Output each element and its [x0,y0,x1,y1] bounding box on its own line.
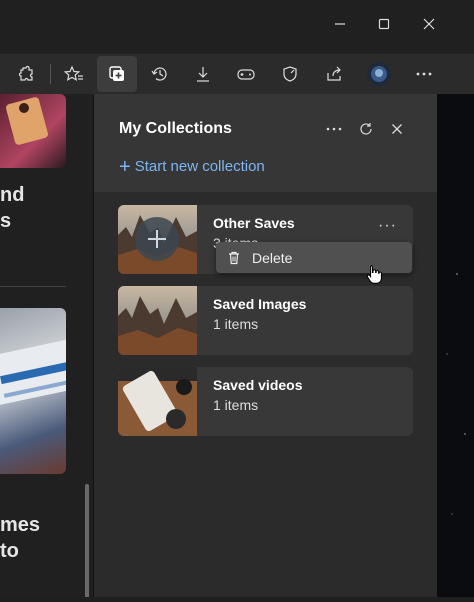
collections-panel: My Collections + Start new collection Ot… [93,94,437,597]
divider [0,286,66,287]
games-icon[interactable] [232,60,260,88]
article-image-2[interactable] [0,308,66,474]
browser-toolbar [0,54,474,95]
collections-icon[interactable] [97,56,137,92]
collection-card-saved-videos[interactable]: Saved videos 1 items [118,367,413,436]
page-title: My Collections [119,120,232,137]
maximize-icon[interactable] [374,14,394,34]
profile-avatar[interactable] [365,60,393,88]
minimize-icon[interactable] [330,14,350,34]
page-scrollbar[interactable] [85,484,89,597]
start-new-collection-button[interactable]: + Start new collection [119,155,265,178]
article-headline-fragment-2[interactable]: s [0,210,11,233]
title-bar [0,0,474,54]
toolbar-separator [50,64,51,84]
collection-more-icon[interactable]: ··· [378,217,397,235]
downloads-icon[interactable] [189,60,217,88]
browser-essentials-icon[interactable] [276,60,304,88]
desktop-background [437,94,474,597]
article-image[interactable] [0,94,66,168]
plus-icon: + [119,155,131,178]
collections-header: My Collections + Start new collection [94,94,437,192]
close-panel-icon[interactable] [386,118,408,140]
collection-thumbnail [118,367,197,436]
delete-label: Delete [252,249,293,266]
favorites-icon[interactable] [60,60,88,88]
collection-card-saved-images[interactable]: Saved Images 1 items [118,286,413,355]
collection-title: Saved videos [213,377,303,393]
hand-cursor-icon [366,264,382,289]
collection-count: 1 items [213,397,259,413]
more-icon[interactable] [410,60,438,88]
article-headline-fragment-4[interactable]: to [0,540,19,563]
trash-icon [226,250,242,266]
article-headline-fragment-3[interactable]: mes [0,514,40,537]
collection-thumbnail [118,286,197,355]
share-icon[interactable] [320,60,348,88]
delete-menu-item[interactable]: Delete [216,242,412,273]
collection-title: Other Saves [213,215,295,231]
collection-title: Saved Images [213,296,307,312]
web-page-content: nd s mes to [0,94,93,597]
collection-count: 1 items [213,316,259,332]
start-new-collection-label: Start new collection [134,158,265,175]
article-headline-fragment[interactable]: nd [0,184,24,207]
extensions-icon[interactable] [12,60,40,88]
more-options-icon[interactable] [323,118,345,140]
collection-thumbnail [118,205,197,274]
refresh-icon[interactable] [355,118,377,140]
close-icon[interactable] [419,14,439,34]
history-icon[interactable] [146,60,174,88]
